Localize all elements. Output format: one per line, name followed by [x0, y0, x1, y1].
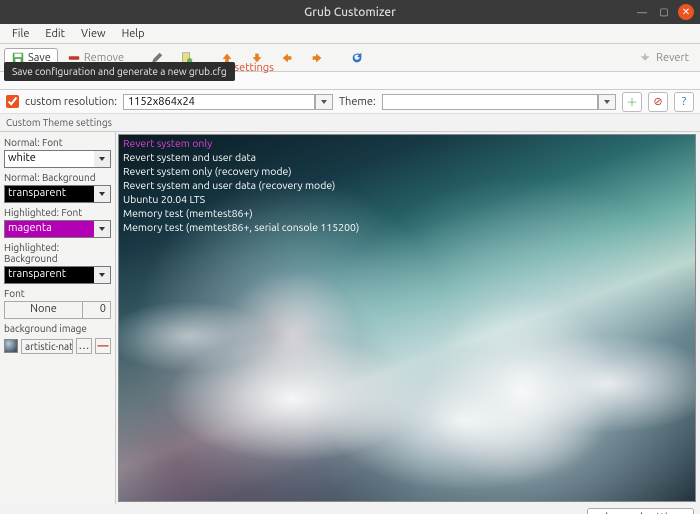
- chevron-down-icon[interactable]: [94, 151, 110, 167]
- normal-font-label: Normal: Font: [4, 137, 111, 148]
- normal-bg-label: Normal: Background: [4, 172, 111, 183]
- maximize-icon[interactable]: ▢: [656, 4, 672, 20]
- folder-icon: …: [79, 340, 90, 352]
- theme-input[interactable]: [382, 94, 598, 110]
- theme-legend: Custom Theme settings: [0, 114, 700, 132]
- resolution-input[interactable]: [123, 94, 315, 110]
- reload-button[interactable]: [343, 48, 371, 68]
- move-left-button[interactable]: [273, 48, 301, 68]
- move-right-button[interactable]: [303, 48, 331, 68]
- window-title-bar: Grub Customizer — ▢ ✕: [0, 0, 700, 24]
- revert-label: Revert: [656, 52, 689, 64]
- menu-file[interactable]: File: [4, 26, 37, 42]
- stop-icon: ⊘: [653, 95, 662, 108]
- normal-bg-select[interactable]: transparent: [4, 185, 111, 203]
- menu-bar: File Edit View Help: [0, 24, 700, 44]
- theme-label: Theme:: [339, 96, 376, 108]
- bgimage-thumbnail: [4, 339, 18, 353]
- hl-bg-select[interactable]: transparent: [4, 266, 111, 284]
- window-title: Grub Customizer: [304, 6, 396, 19]
- reload-icon: [350, 51, 364, 65]
- menu-view[interactable]: View: [73, 26, 114, 42]
- theme-remove-button[interactable]: ⊘: [648, 92, 668, 112]
- resolution-row: custom resolution: Theme: ＋ ⊘ ?: [0, 90, 700, 114]
- minus-icon: —: [98, 340, 109, 352]
- bgimage-label: background image: [4, 323, 111, 334]
- menu-help[interactable]: Help: [114, 26, 153, 42]
- font-chooser[interactable]: None 0: [4, 301, 111, 319]
- advanced-settings-button[interactable]: advanced settings: [587, 508, 694, 514]
- save-tooltip: Save configuration and generate a new gr…: [4, 62, 235, 81]
- custom-resolution-label: custom resolution:: [25, 96, 117, 108]
- theme-help-button[interactable]: ?: [674, 92, 694, 112]
- minimize-icon[interactable]: —: [634, 4, 650, 20]
- chevron-down-icon[interactable]: [94, 221, 110, 237]
- bgimage-name: artistic-natu...: [21, 339, 73, 354]
- hl-bg-label: Highlighted: Background: [4, 242, 111, 264]
- grub-preview: Revert system only Revert system and use…: [118, 134, 696, 502]
- chevron-down-icon[interactable]: [94, 186, 110, 202]
- revert-icon: [639, 51, 653, 65]
- hl-font-select[interactable]: magenta: [4, 220, 111, 238]
- bgimage-remove-button[interactable]: —: [95, 338, 111, 354]
- theme-dropdown[interactable]: [598, 94, 616, 110]
- arrow-left-icon: [280, 51, 294, 65]
- resolution-dropdown[interactable]: [315, 94, 333, 110]
- theme-side-panel: Normal: Font white Normal: Background tr…: [0, 132, 116, 504]
- chevron-down-icon[interactable]: [94, 267, 110, 283]
- menu-edit[interactable]: Edit: [37, 26, 73, 42]
- footer: advanced settings: [0, 504, 700, 514]
- theme-add-button[interactable]: ＋: [622, 92, 642, 112]
- arrow-right-icon: [310, 51, 324, 65]
- hl-font-label: Highlighted: Font: [4, 207, 111, 218]
- custom-resolution-checkbox[interactable]: [6, 95, 19, 108]
- plus-icon: ＋: [627, 94, 638, 110]
- normal-font-select[interactable]: white: [4, 150, 111, 168]
- close-icon[interactable]: ✕: [678, 4, 694, 20]
- revert-button[interactable]: Revert: [632, 48, 696, 68]
- help-icon: ?: [682, 96, 686, 108]
- font-label: Font: [4, 288, 111, 299]
- bgimage-choose-button[interactable]: …: [76, 338, 92, 354]
